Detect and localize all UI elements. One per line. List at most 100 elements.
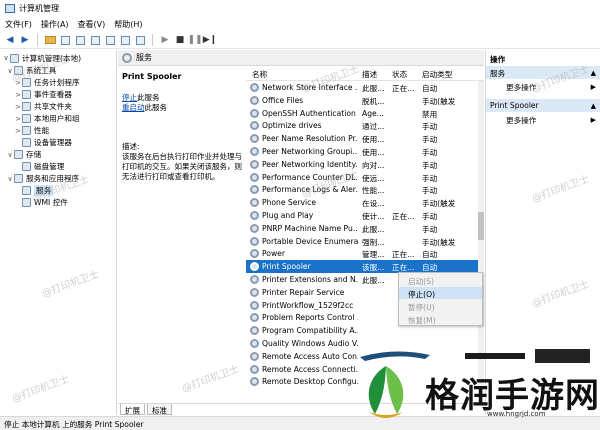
device-manager-icon (22, 138, 31, 147)
tree-item-disk-management[interactable]: 磁盘管理 (14, 161, 64, 173)
actions-group-print-spooler[interactable]: Print Spooler (486, 99, 600, 112)
expand-arrow-icon[interactable]: ∨ (2, 54, 10, 62)
table-row[interactable]: Network Store Interface ... 此服... 正在... 自动 (246, 81, 478, 94)
tree-item-computer-management[interactable]: ∨ 计算机管理(本地) (2, 52, 81, 64)
tree-item-services[interactable]: 服务 (14, 185, 54, 197)
service-startup-cell: 手动 (422, 148, 438, 157)
tab-standard[interactable]: 标准 (147, 404, 172, 415)
service-name: Print Spooler (262, 262, 311, 272)
table-row[interactable]: Peer Networking Identity... 向对... 手动 (246, 158, 478, 171)
tree-item-shared-folders[interactable]: > 共享文件夹 (14, 101, 72, 113)
shared-folder-icon (22, 102, 31, 111)
context-menu-resume[interactable]: 恢复(M) (399, 313, 482, 325)
scrollbar-thumb[interactable] (478, 212, 484, 240)
console-icon[interactable] (134, 34, 146, 46)
service-startup-cell: 手动(触发 (422, 199, 456, 209)
restart-icon[interactable]: ▶❙ (203, 34, 217, 46)
window-title: 计算机管理 (19, 4, 59, 13)
service-name: Problem Reports Control ... (262, 313, 358, 323)
collapse-arrow-icon[interactable]: ▲ (591, 69, 596, 77)
restart-service-link[interactable]: 重启动 (122, 103, 145, 112)
menu-file[interactable]: 文件(F) (5, 19, 32, 30)
tree-item-performance[interactable]: > 性能 (14, 125, 49, 137)
expand-arrow-icon[interactable]: > (14, 103, 22, 111)
more-actions-services[interactable]: 更多操作 (506, 82, 536, 93)
table-row[interactable]: Office Files 脱机... 手动(触发 (246, 94, 478, 107)
table-row[interactable]: Power 管理... 正在... 自动 (246, 247, 478, 260)
expand-arrow-icon[interactable]: > (14, 127, 22, 135)
service-description-cell: 强制... (362, 237, 385, 247)
table-row[interactable]: PNRP Machine Name Pu... 此服... 手动 (246, 222, 478, 235)
refresh-icon[interactable] (89, 34, 101, 46)
tree-item-storage[interactable]: ∨ 存储 (6, 149, 41, 161)
gear-icon (250, 159, 259, 169)
expand-arrow-icon[interactable]: ∨ (6, 151, 14, 159)
table-row[interactable]: Portable Device Enumera... 强制... 手动(触发 (246, 235, 478, 248)
pause-icon[interactable]: ❚❚ (187, 34, 202, 46)
service-description-cell: Age... (362, 108, 384, 118)
service-name: Printer Extensions and N... (262, 275, 358, 284)
expand-arrow-icon[interactable]: > (14, 91, 22, 99)
storage-icon (14, 150, 23, 159)
column-header-startup-type[interactable]: 启动类型 (422, 69, 452, 80)
table-row[interactable]: Plug and Play 使计... 正在... 手动 (246, 209, 478, 222)
stop-service-link[interactable]: 停止 (122, 93, 137, 102)
tab-extended[interactable]: 扩展 (120, 404, 145, 415)
gear-icon (250, 147, 259, 156)
table-row[interactable]: Peer Networking Groupi... 使用... 手动 (246, 145, 478, 158)
gear-icon (250, 83, 259, 92)
forward-arrow-icon[interactable]: ▶ (19, 34, 31, 46)
table-row[interactable]: OpenSSH Authentication ... Age... 禁用 (246, 107, 478, 120)
context-menu-stop[interactable]: 停止(O) (399, 287, 482, 299)
services-pane-header: 服务 (118, 50, 484, 66)
service-status-cell: 正在... (392, 250, 415, 260)
tree-item-services-and-apps[interactable]: ∨ 服务和应用程序 (6, 173, 79, 185)
gear-icon (250, 275, 259, 284)
menu-action[interactable]: 操作(A) (41, 19, 69, 30)
menu-view[interactable]: 查看(V) (78, 19, 106, 30)
context-menu-pause[interactable]: 暂停(U) (399, 300, 482, 312)
export-list-icon[interactable] (104, 34, 116, 46)
actions-group-services[interactable]: 服务 (486, 66, 600, 79)
table-row[interactable]: Performance Counter DL... 使远... 手动 (246, 171, 478, 184)
service-startup-cell: 手动(触发 (422, 96, 456, 106)
service-startup-cell: 自动 (422, 84, 438, 93)
column-header-description[interactable]: 描述 (362, 69, 377, 80)
service-startup-cell: 手动 (422, 122, 438, 132)
properties-icon[interactable] (74, 34, 86, 46)
table-row[interactable]: Optimize drives 通过... 手动 (246, 119, 478, 132)
expand-arrow-icon[interactable]: > (14, 79, 22, 87)
service-detail-panel: Print Spooler 停止此服务 重启动此服务 描述: 该服务在后台执行打… (118, 66, 246, 403)
table-row[interactable]: Peer Name Resolution Pr... 使用... 手动 (246, 132, 478, 145)
tree-item-system-tools[interactable]: ∨ 系统工具 (6, 65, 56, 77)
service-name: Office Files (262, 95, 304, 105)
show-tree-icon[interactable] (59, 34, 71, 46)
stop-icon[interactable]: ■ (174, 34, 186, 46)
table-row[interactable]: Program Compatibility A... (246, 324, 478, 337)
gear-icon (250, 121, 259, 131)
tree-item-wmi-control[interactable]: WMI 控件 (14, 197, 68, 209)
column-header-status[interactable]: 状态 (392, 69, 407, 80)
play-icon[interactable]: ▶ (159, 34, 171, 46)
tree-item-task-scheduler[interactable]: > 任务计划程序 (14, 77, 80, 89)
collapse-arrow-icon[interactable]: ▲ (591, 102, 596, 110)
tree-item-device-manager[interactable]: 设备管理器 (14, 137, 72, 149)
tree-item-event-viewer[interactable]: > 事件查看器 (14, 89, 72, 101)
actions-heading: 操作 (486, 52, 600, 65)
column-header-name[interactable]: 名称 (252, 69, 267, 80)
table-row[interactable]: Phone Service 在设... 手动(触发 (246, 196, 478, 209)
more-actions-print-spooler[interactable]: 更多操作 (506, 115, 536, 126)
menu-help[interactable]: 帮助(H) (114, 19, 142, 30)
up-folder-icon[interactable] (44, 34, 56, 46)
back-arrow-icon[interactable]: ◀ (4, 34, 16, 46)
service-description-cell: 使用... (362, 135, 385, 145)
gear-icon (250, 262, 259, 272)
expand-arrow-icon[interactable]: > (14, 115, 22, 123)
help-icon[interactable] (119, 34, 131, 46)
expand-arrow-icon[interactable]: ∨ (6, 67, 14, 75)
gear-icon (250, 377, 259, 387)
context-menu-start[interactable]: 启动(S) (399, 274, 482, 286)
tree-item-local-users[interactable]: > 本地用户和组 (14, 113, 80, 125)
table-row[interactable]: Performance Logs & Aler... 性能... 手动 (246, 183, 478, 196)
expand-arrow-icon[interactable]: ∨ (6, 175, 14, 183)
